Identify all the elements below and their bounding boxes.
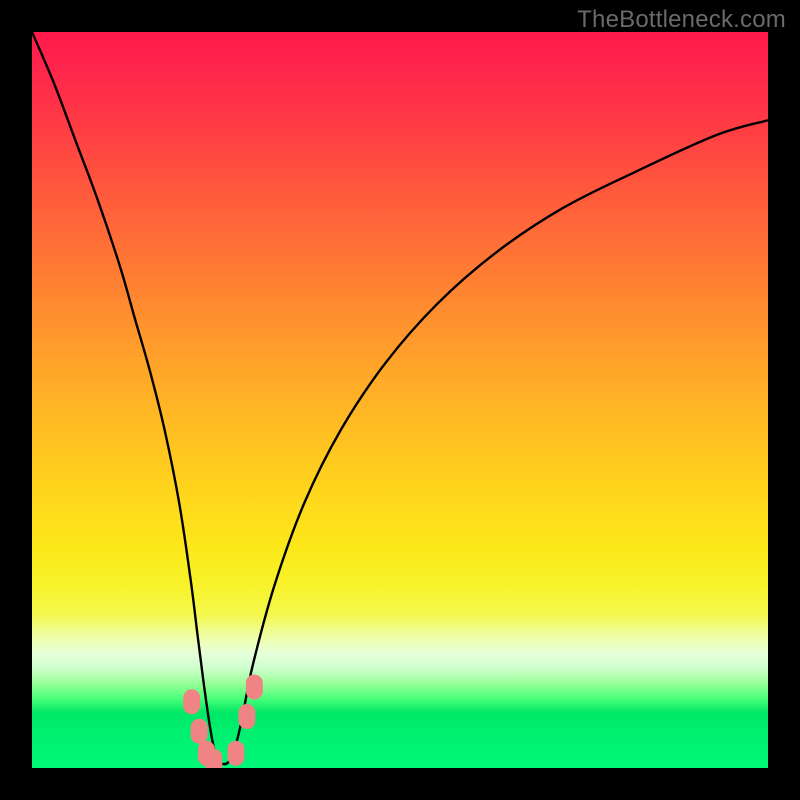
valley-marker xyxy=(239,705,255,729)
valley-marker xyxy=(228,741,244,765)
valley-marker xyxy=(246,675,262,699)
valley-markers xyxy=(184,675,263,768)
valley-marker xyxy=(206,749,222,768)
chart-svg xyxy=(32,32,768,768)
bottleneck-curve xyxy=(32,32,768,764)
watermark-text: TheBottleneck.com xyxy=(577,6,786,34)
plot-area xyxy=(32,32,768,768)
valley-marker xyxy=(184,690,200,714)
valley-marker xyxy=(191,719,207,743)
chart-frame: TheBottleneck.com xyxy=(0,0,800,800)
